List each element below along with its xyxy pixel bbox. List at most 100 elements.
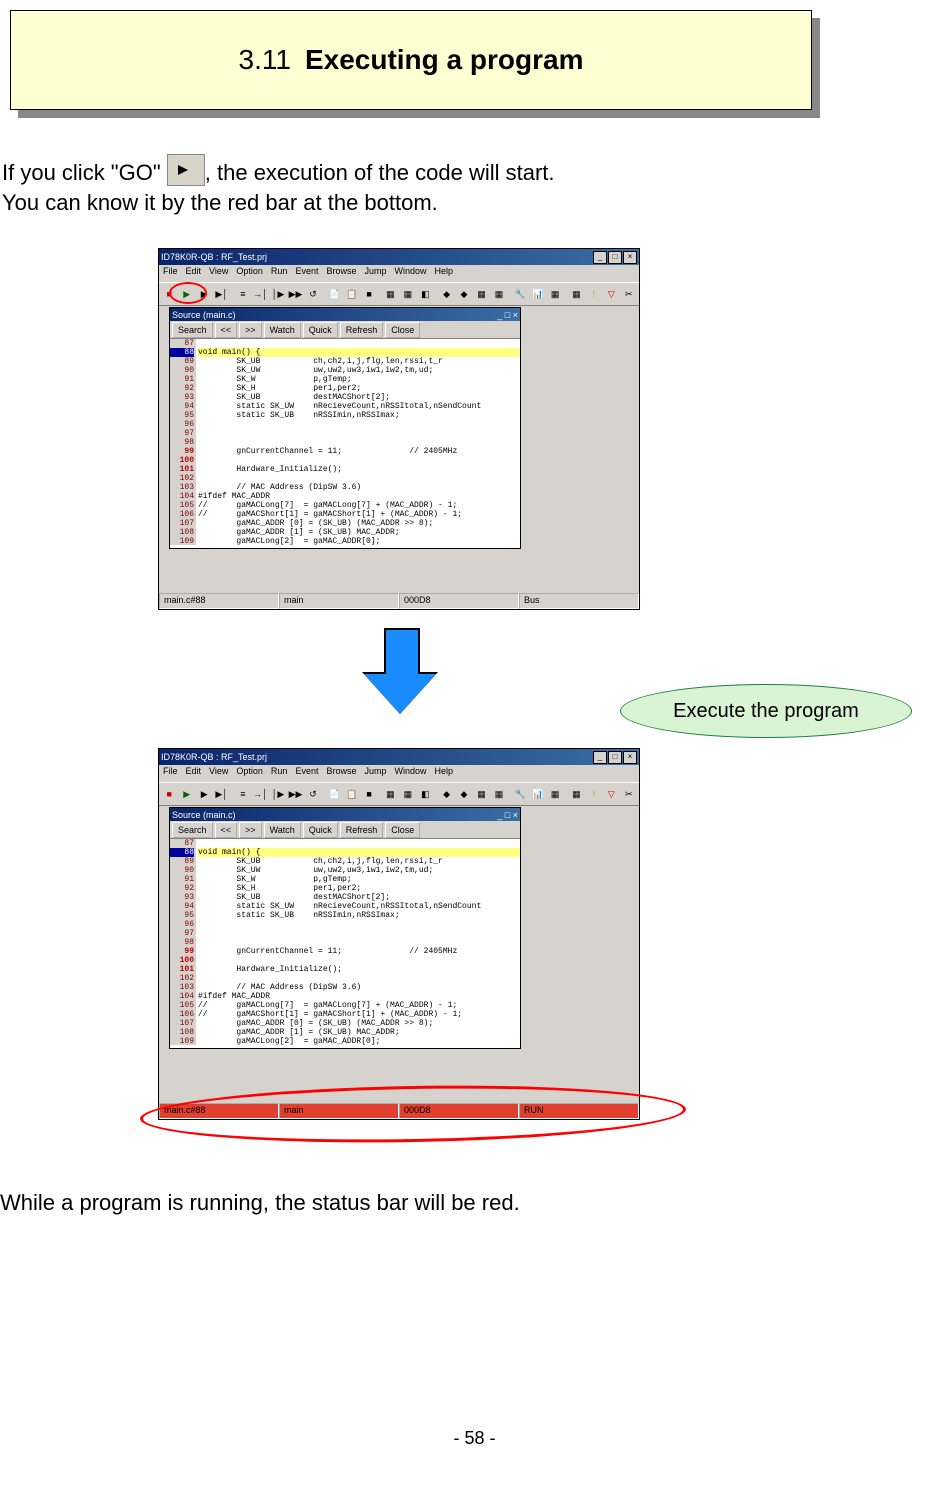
tool-icon[interactable]: ■ <box>361 285 377 303</box>
step-button[interactable]: ▶ <box>196 785 212 803</box>
menu-help[interactable]: Help <box>435 266 454 281</box>
tool-icon[interactable]: 🔧 <box>512 785 528 803</box>
close-button[interactable]: Close <box>385 322 420 338</box>
warning-icon[interactable]: ! <box>586 785 602 803</box>
menu-help[interactable]: Help <box>435 766 454 781</box>
menu-view[interactable]: View <box>209 266 228 281</box>
menu-run[interactable]: Run <box>271 266 288 281</box>
tool-icon[interactable]: ▦ <box>382 285 398 303</box>
refresh-button[interactable]: Refresh <box>340 822 384 838</box>
close-icon[interactable]: × <box>513 810 518 820</box>
warning-icon[interactable]: ! <box>586 285 602 303</box>
tool-icon[interactable]: ▦ <box>491 285 507 303</box>
tool-icon[interactable]: 📋 <box>343 785 359 803</box>
menu-event[interactable]: Event <box>295 766 318 781</box>
menu-run[interactable]: Run <box>271 766 288 781</box>
quick-button[interactable]: Quick <box>303 322 338 338</box>
minimize-icon[interactable]: _ <box>497 810 502 820</box>
search-button[interactable]: Search <box>172 322 213 338</box>
menu-window[interactable]: Window <box>394 766 426 781</box>
tool-icon[interactable]: ◆ <box>438 785 454 803</box>
prev-button[interactable]: << <box>215 322 238 338</box>
menu-jump[interactable]: Jump <box>364 266 386 281</box>
step-into-button[interactable]: →│ <box>252 785 269 803</box>
tool-icon[interactable]: ▦ <box>568 285 584 303</box>
minimize-icon[interactable]: _ <box>593 251 607 264</box>
tool-icon[interactable]: ◆ <box>456 285 472 303</box>
next-button[interactable]: >> <box>239 322 262 338</box>
prev-button[interactable]: << <box>215 822 238 838</box>
tool-icon[interactable]: ▦ <box>491 785 507 803</box>
menu-window[interactable]: Window <box>394 266 426 281</box>
menu-view[interactable]: View <box>209 766 228 781</box>
close-icon[interactable]: × <box>513 310 518 320</box>
tool-icon[interactable]: 📄 <box>326 785 342 803</box>
status-state: Bus <box>519 593 639 609</box>
menu-option[interactable]: Option <box>236 266 263 281</box>
flag-icon[interactable]: ▽ <box>603 785 619 803</box>
tool-icon[interactable]: ▦ <box>568 785 584 803</box>
tool-icon[interactable]: ▦ <box>547 785 563 803</box>
maximize-icon[interactable]: □ <box>505 310 510 320</box>
menu-edit[interactable]: Edit <box>186 766 202 781</box>
menu-browse[interactable]: Browse <box>326 266 356 281</box>
menu-jump[interactable]: Jump <box>364 766 386 781</box>
tool-icon[interactable]: ◧ <box>417 785 433 803</box>
restart-button[interactable]: ↺ <box>305 785 321 803</box>
menu-event[interactable]: Event <box>295 266 318 281</box>
tool-icon[interactable]: ▦ <box>547 285 563 303</box>
tool-icon[interactable]: ■ <box>361 785 377 803</box>
tool-icon[interactable]: 🔧 <box>512 285 528 303</box>
restart-button[interactable]: ↺ <box>305 285 321 303</box>
tool-icon[interactable]: ▦ <box>400 285 416 303</box>
close-icon[interactable]: × <box>623 751 637 764</box>
tool-icon[interactable]: ◧ <box>417 285 433 303</box>
close-button[interactable]: Close <box>385 822 420 838</box>
menu-option[interactable]: Option <box>236 766 263 781</box>
refresh-button[interactable]: Refresh <box>340 322 384 338</box>
minimize-icon[interactable]: _ <box>593 751 607 764</box>
step-over-button[interactable]: ▶│ <box>213 785 229 803</box>
quick-button[interactable]: Quick <box>303 822 338 838</box>
tool-icon[interactable]: ▦ <box>473 285 489 303</box>
go-button[interactable]: ▶ <box>178 785 194 803</box>
tool-icon[interactable]: ✂ <box>621 785 637 803</box>
search-button[interactable]: Search <box>172 822 213 838</box>
watch-button[interactable]: Watch <box>264 822 301 838</box>
minimize-icon[interactable]: _ <box>497 310 502 320</box>
run-to-button[interactable]: ▶▶ <box>287 785 303 803</box>
step-out-button[interactable]: │▶ <box>270 285 286 303</box>
close-icon[interactable]: × <box>623 251 637 264</box>
tool-icon[interactable]: 📋 <box>343 285 359 303</box>
run-to-button[interactable]: ▶▶ <box>287 285 303 303</box>
tool-icon[interactable]: 📊 <box>529 785 545 803</box>
tool-icon[interactable]: 📄 <box>326 285 342 303</box>
tool-icon[interactable]: ▦ <box>400 785 416 803</box>
flag-icon[interactable]: ▽ <box>603 285 619 303</box>
step-into-button[interactable]: →│ <box>252 285 269 303</box>
menu-browse[interactable]: Browse <box>326 766 356 781</box>
pause-button[interactable]: ≡ <box>235 285 251 303</box>
watch-button[interactable]: Watch <box>264 322 301 338</box>
maximize-icon[interactable]: □ <box>608 751 622 764</box>
next-button[interactable]: >> <box>239 822 262 838</box>
step-over-button[interactable]: ▶│ <box>213 285 229 303</box>
ide-window-before: ID78K0R-QB : RF_Test.prj _ □ × File Edit… <box>158 248 640 610</box>
tool-icon[interactable]: ▦ <box>473 785 489 803</box>
source-window: Source (main.c) _ □ × Search << >> Watch… <box>169 307 521 549</box>
stop-button[interactable]: ■ <box>161 785 177 803</box>
tool-icon[interactable]: ◆ <box>456 785 472 803</box>
menu-file[interactable]: File <box>163 266 178 281</box>
tool-icon[interactable]: ▦ <box>382 785 398 803</box>
window-title: ID78K0R-QB : RF_Test.prj <box>161 752 267 762</box>
tool-icon[interactable]: 📊 <box>529 285 545 303</box>
maximize-icon[interactable]: □ <box>505 810 510 820</box>
pause-button[interactable]: ≡ <box>235 785 251 803</box>
menu-file[interactable]: File <box>163 766 178 781</box>
menu-edit[interactable]: Edit <box>186 266 202 281</box>
tool-icon[interactable]: ✂ <box>621 285 637 303</box>
titlebar: ID78K0R-QB : RF_Test.prj _ □ × <box>159 749 639 765</box>
step-out-button[interactable]: │▶ <box>270 785 286 803</box>
maximize-icon[interactable]: □ <box>608 251 622 264</box>
tool-icon[interactable]: ◆ <box>438 285 454 303</box>
